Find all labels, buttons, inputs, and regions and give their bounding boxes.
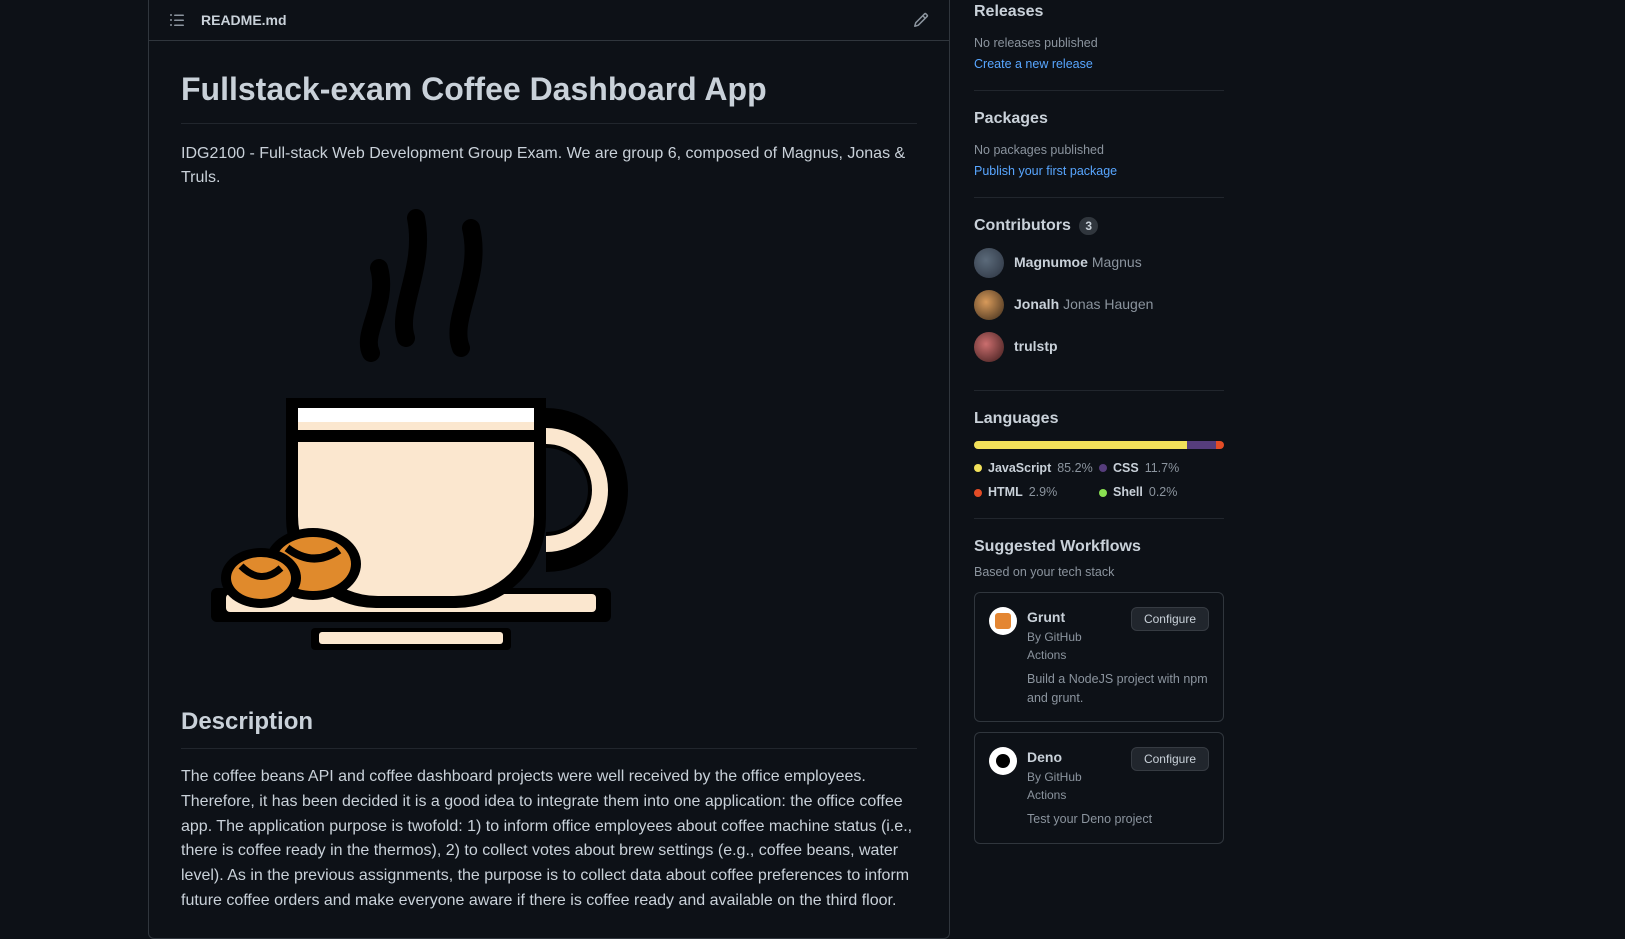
language-name: JavaScript	[988, 459, 1051, 478]
workflow-card: Grunt By GitHub Actions Configure Build …	[974, 592, 1224, 723]
language-pct: 11.7%	[1145, 459, 1180, 478]
contributor-login: Magnumoe	[1014, 254, 1088, 270]
language-name: Shell	[1113, 483, 1143, 502]
edit-readme-button[interactable]	[909, 8, 933, 32]
workflow-by: By GitHub Actions	[1027, 768, 1121, 804]
workflow-desc: Build a NodeJS project with npm and grun…	[1027, 670, 1209, 708]
description-heading: Description	[181, 704, 917, 749]
readme-intro: IDG2100 - Full-stack Web Development Gro…	[181, 142, 917, 190]
workflows-heading: Suggested Workflows	[974, 535, 1224, 559]
list-icon	[169, 12, 185, 28]
repo-sidebar: Releases No releases published Create a …	[954, 0, 1240, 939]
workflow-by: By GitHub Actions	[1027, 628, 1121, 664]
color-dot	[974, 464, 982, 472]
contributor-item[interactable]: trulstp	[974, 332, 1224, 362]
avatar	[974, 248, 1004, 278]
workflow-name: Deno	[1027, 747, 1121, 768]
language-item[interactable]: CSS 11.7%	[1099, 459, 1224, 478]
workflow-name: Grunt	[1027, 607, 1121, 628]
language-pct: 2.9%	[1029, 483, 1058, 502]
contributors-count: 3	[1079, 217, 1098, 235]
workflow-card: Deno By GitHub Actions Configure Test yo…	[974, 732, 1224, 844]
pencil-icon	[913, 12, 929, 28]
create-release-link[interactable]: Create a new release	[974, 57, 1093, 71]
languages-section: Languages JavaScript 85.2% CSS 11.7%	[974, 391, 1224, 520]
language-item[interactable]: JavaScript 85.2%	[974, 459, 1099, 478]
readme-filename: README.md	[201, 10, 287, 31]
language-pct: 0.2%	[1149, 483, 1178, 502]
page-title: Fullstack-exam Coffee Dashboard App	[181, 65, 917, 124]
workflow-desc: Test your Deno project	[1027, 810, 1209, 829]
workflows-sub: Based on your tech stack	[974, 563, 1224, 582]
publish-package-link[interactable]: Publish your first package	[974, 164, 1117, 178]
packages-section: Packages No packages published Publish y…	[974, 91, 1224, 198]
releases-none: No releases published	[974, 34, 1224, 53]
contributor-item[interactable]: JonalhJonas Haugen	[974, 290, 1224, 320]
contributors-heading: Contributors	[974, 217, 1071, 234]
language-name: HTML	[988, 483, 1023, 502]
workflows-section: Suggested Workflows Based on your tech s…	[974, 519, 1224, 870]
avatar	[974, 332, 1004, 362]
contributors-section: Contributors 3 MagnumoeMagnus JonalhJona…	[974, 198, 1224, 391]
grunt-icon	[989, 607, 1017, 635]
description-text: The coffee beans API and coffee dashboar…	[181, 765, 917, 914]
language-pct: 85.2%	[1057, 459, 1092, 478]
languages-heading: Languages	[974, 407, 1224, 431]
coffee-illustration	[201, 208, 917, 684]
language-item[interactable]: HTML 2.9%	[974, 483, 1099, 502]
packages-heading: Packages	[974, 107, 1224, 131]
contributor-login: Jonalh	[1014, 296, 1059, 312]
avatar	[974, 290, 1004, 320]
configure-button[interactable]: Configure	[1131, 607, 1209, 631]
language-name: CSS	[1113, 459, 1139, 478]
toc-button[interactable]	[165, 8, 189, 32]
deno-icon	[989, 747, 1017, 775]
contributor-item[interactable]: MagnumoeMagnus	[974, 248, 1224, 278]
contributor-fullname: Magnus	[1092, 254, 1142, 270]
color-dot	[974, 489, 982, 497]
contributor-fullname: Jonas Haugen	[1063, 296, 1153, 312]
contributor-login: trulstp	[1014, 338, 1058, 354]
color-dot	[1099, 489, 1107, 497]
readme-panel: README.md Fullstack-exam Coffee Dashboar…	[148, 0, 950, 939]
packages-none: No packages published	[974, 141, 1224, 160]
releases-heading: Releases	[974, 0, 1224, 24]
languages-bar	[974, 441, 1224, 449]
language-item[interactable]: Shell 0.2%	[1099, 483, 1224, 502]
color-dot	[1099, 464, 1107, 472]
releases-section: Releases No releases published Create a …	[974, 0, 1224, 91]
configure-button[interactable]: Configure	[1131, 747, 1209, 771]
